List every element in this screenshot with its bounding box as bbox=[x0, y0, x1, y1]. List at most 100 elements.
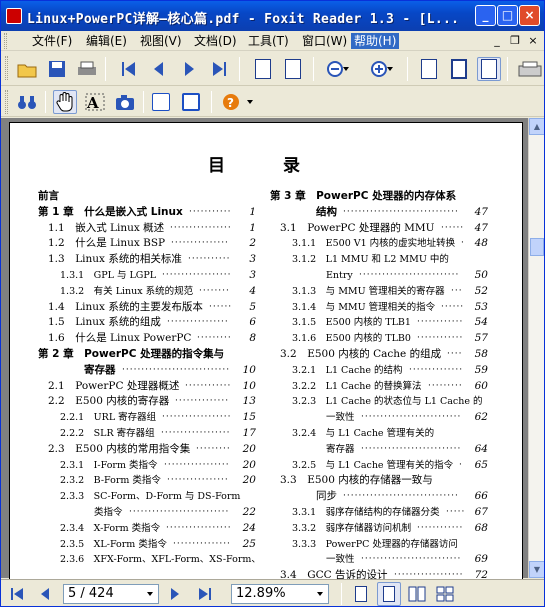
single-page-icon[interactable] bbox=[349, 582, 373, 606]
print-icon[interactable] bbox=[75, 57, 99, 81]
first-page-icon[interactable] bbox=[117, 57, 141, 81]
facing-icon[interactable] bbox=[405, 582, 429, 606]
menu-edit[interactable]: 编辑(E) bbox=[83, 33, 130, 49]
toc-entry-page: 1 bbox=[249, 205, 256, 218]
toc-entry: 1.3.2 有关 Linux 系统的规范 4 ········ bbox=[60, 285, 256, 300]
menu-window[interactable]: 窗口(W) bbox=[299, 33, 350, 49]
scroll-up-icon[interactable]: ▲ bbox=[529, 118, 544, 135]
pdf-page[interactable]: 目 录 前言第 1 章 什么是嵌入式 Linux 1 ··········· 1.1 … bbox=[9, 122, 523, 582]
next-page-icon[interactable] bbox=[177, 57, 201, 81]
status-first-page-icon[interactable] bbox=[7, 586, 27, 602]
toc-entry-label: 2.2.2 SLR 寄存器组 bbox=[60, 428, 155, 439]
continuous-icon[interactable] bbox=[377, 582, 401, 606]
menu-tools[interactable]: 工具(T) bbox=[245, 33, 292, 49]
select-text-icon[interactable]: A bbox=[83, 90, 107, 114]
toolbar-grip[interactable] bbox=[5, 90, 8, 114]
toolbar-separator bbox=[507, 57, 508, 81]
fit-page-icon[interactable] bbox=[447, 57, 471, 81]
typewriter-icon[interactable] bbox=[517, 57, 543, 81]
status-separator bbox=[341, 583, 342, 605]
toc-leader-dots: ·················· bbox=[162, 270, 232, 280]
title-bar[interactable]: Linux+PowerPC详解—核心篇.pdf - Foxit Reader 1… bbox=[1, 1, 544, 31]
bookmarks-panel-icon[interactable] bbox=[149, 90, 173, 114]
toc-leader-dots: ················· bbox=[164, 459, 230, 470]
toc-entry-label: 1.1 嵌入式 Linux 概述 bbox=[48, 221, 165, 234]
snapshot-camera-icon[interactable] bbox=[113, 90, 137, 114]
toc-entry-label: 2.3.5 XL-Form 类指令 bbox=[60, 538, 167, 550]
toc-entry-page: 10 bbox=[242, 379, 256, 392]
help-dropdown-icon[interactable] bbox=[245, 95, 255, 109]
toc-entry-page: 25 bbox=[242, 537, 256, 550]
status-last-page-icon[interactable] bbox=[195, 586, 215, 602]
open-folder-icon[interactable] bbox=[15, 57, 39, 81]
mdi-minimize-button[interactable]: _ bbox=[489, 34, 505, 48]
page-number-value: 5 / 424 bbox=[68, 586, 114, 601]
toc-leader-dots: ···· bbox=[447, 349, 463, 359]
toc-leader-dots: ·················· bbox=[162, 412, 232, 423]
scroll-thumb[interactable] bbox=[530, 238, 544, 256]
page-number-field[interactable]: 5 / 424 bbox=[63, 584, 159, 604]
toc-leader-dots: · bbox=[461, 238, 465, 249]
toc-entry-page: 10 bbox=[242, 363, 256, 376]
menu-help[interactable]: 帮助(H) bbox=[351, 33, 400, 49]
toc-entry-label: 类指令 bbox=[94, 507, 123, 518]
rotate-cw-icon[interactable] bbox=[251, 57, 275, 81]
toc-entry: 2.3.2 B-Form 类指令 20 ················ bbox=[60, 474, 256, 489]
scroll-down-icon[interactable]: ▼ bbox=[529, 561, 544, 578]
find-binoculars-icon[interactable] bbox=[15, 90, 39, 114]
toc-entry-label: 一致性 bbox=[326, 412, 355, 424]
page-dropdown-icon[interactable] bbox=[143, 586, 157, 602]
toc-entry-page: 24 bbox=[242, 521, 256, 534]
status-previous-page-icon[interactable] bbox=[35, 586, 55, 602]
maximize-button[interactable]: □ bbox=[497, 5, 518, 26]
toc-entry-page: 2 bbox=[249, 237, 256, 250]
menu-view[interactable]: 视图(V) bbox=[137, 33, 185, 49]
toc-entry-label: 3.3 E500 内核的存储器一致与 bbox=[280, 474, 433, 487]
toc-entry: 2.3.6 XFX-Form、XFL-Form、XS-Form、 bbox=[60, 553, 261, 568]
toc-entry-label: 第 2 章 PowerPC 处理器的指令集与 bbox=[38, 348, 225, 360]
toc-entry-label: 同步 bbox=[316, 490, 337, 503]
zoom-dropdown-icon[interactable] bbox=[313, 586, 327, 602]
toc-entry: 3.1 PowerPC 处理器的 MMU 47 ······ bbox=[280, 222, 488, 237]
fit-width-icon[interactable] bbox=[477, 57, 501, 81]
rotate-ccw-icon[interactable] bbox=[281, 57, 305, 81]
toc-entry-page: 66 bbox=[474, 490, 488, 503]
toc-entry-page: 48 bbox=[474, 237, 488, 250]
toc-entry-label: 1.3.1 GPL 与 LGPL bbox=[60, 270, 157, 281]
toolbar-grip[interactable] bbox=[5, 56, 8, 80]
toc-entry: 3.2.3 L1 Cache 的状态位与 L1 Cache 的 bbox=[292, 395, 488, 410]
zoom-field[interactable]: 12.89% bbox=[231, 584, 329, 604]
toolbar-separator bbox=[211, 91, 212, 113]
toc-entry-label: 3.2 E500 内核的 Cache 的组成 bbox=[280, 348, 442, 360]
actual-size-icon[interactable] bbox=[417, 57, 441, 81]
zoom-in-dropdown-icon[interactable] bbox=[385, 62, 395, 76]
zoom-out-dropdown-icon[interactable] bbox=[341, 62, 351, 76]
close-button[interactable]: × bbox=[519, 5, 540, 26]
toc-entry-label: 2.2.1 URL 寄存器组 bbox=[60, 412, 157, 424]
foxit-logo-icon bbox=[6, 8, 22, 24]
toc-entry-label: 2.1 PowerPC 处理器概述 bbox=[48, 379, 180, 392]
toc-leader-dots: ··········· bbox=[188, 254, 231, 265]
full-screen-icon[interactable] bbox=[179, 90, 203, 114]
help-icon[interactable]: ? bbox=[219, 90, 243, 114]
continuous-facing-icon[interactable] bbox=[433, 582, 457, 606]
previous-page-icon[interactable] bbox=[147, 57, 171, 81]
last-page-icon[interactable] bbox=[207, 57, 231, 81]
minimize-button[interactable]: _ bbox=[475, 5, 496, 26]
toc-entry-page: 54 bbox=[474, 316, 488, 329]
toc-entry-label: 2.2 E500 内核的寄存器 bbox=[48, 395, 170, 408]
document-viewport[interactable]: 目 录 前言第 1 章 什么是嵌入式 Linux 1 ··········· 1.1 … bbox=[1, 118, 528, 582]
save-icon[interactable] bbox=[45, 57, 69, 81]
menu-file[interactable]: 文件(F) bbox=[29, 33, 75, 49]
menu-grip[interactable] bbox=[4, 33, 7, 49]
toc-entry: 3.2.1 L1 Cache 的结构 59 ·············· bbox=[292, 364, 488, 379]
hand-tool-icon[interactable] bbox=[53, 90, 77, 114]
menu-document[interactable]: 文档(D) bbox=[191, 33, 240, 49]
toc-entry: 2.3.3 SC-Form、D-Form 与 DS-Form bbox=[60, 490, 256, 505]
status-next-page-icon[interactable] bbox=[165, 586, 185, 602]
toc-heading: 目 录 bbox=[208, 156, 326, 176]
mdi-close-button[interactable]: × bbox=[525, 34, 541, 48]
vertical-scrollbar[interactable]: ▲ ▼ bbox=[528, 118, 544, 578]
toc-entry-label: 2.3.6 XFX-Form、XFL-Form、XS-Form、 bbox=[60, 554, 261, 566]
mdi-restore-button[interactable]: ❐ bbox=[507, 34, 523, 48]
